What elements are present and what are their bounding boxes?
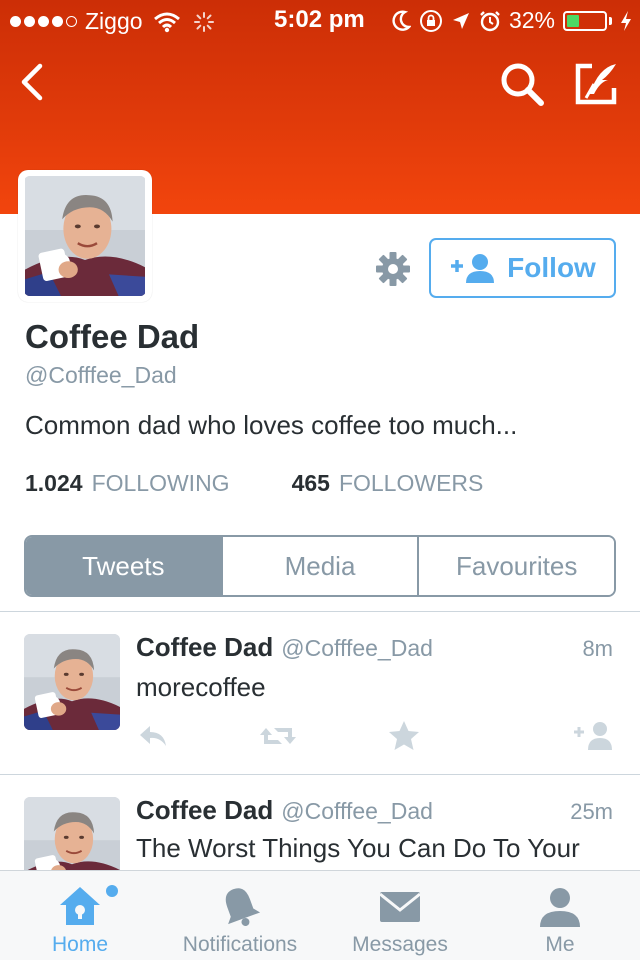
profile-handle: @Cofffee_Dad xyxy=(25,362,177,388)
tab-favourites[interactable]: Favourites xyxy=(417,537,614,595)
envelope-icon xyxy=(379,892,421,922)
tabbar-label: Home xyxy=(51,933,109,956)
compose-tweet-icon[interactable] xyxy=(572,60,620,108)
carrier-group: Ziggo xyxy=(10,8,215,35)
follow-button[interactable]: Follow xyxy=(429,238,616,298)
profile-stats: 1.024 FOLLOWING 465 FOLLOWERS xyxy=(25,470,483,497)
following-stat[interactable]: 1.024 FOLLOWING xyxy=(25,470,230,497)
tabbar-notifications[interactable]: Notifications xyxy=(160,871,320,960)
avatar-photo xyxy=(24,176,146,296)
favorite-star-icon[interactable] xyxy=(386,718,422,754)
profile-avatar[interactable] xyxy=(18,170,152,302)
bell-icon xyxy=(225,888,261,927)
battery-percent: 32% xyxy=(508,7,555,33)
gear-icon[interactable] xyxy=(372,248,414,290)
status-bar: Ziggo 5:02 pm 32% xyxy=(0,0,640,40)
signal-strength-icon xyxy=(10,16,77,27)
location-arrow-icon xyxy=(452,12,469,29)
tabbar-messages[interactable]: Messages xyxy=(320,871,480,960)
home-icon xyxy=(60,887,100,925)
battery-icon xyxy=(563,10,607,31)
status-right-group: 32% xyxy=(391,7,632,34)
tweet-author-handle: @Cofffee_Dad xyxy=(281,635,433,661)
followers-stat[interactable]: 465 FOLLOWERS xyxy=(292,470,484,497)
following-count: 1.024 xyxy=(25,470,83,496)
tweet-author-handle: @Cofffee_Dad xyxy=(281,798,433,824)
tweet-author-name: Coffee Dad xyxy=(136,795,274,825)
tweet-text: The Worst Things You Can Do To Your xyxy=(136,833,580,863)
status-time: 5:02 pm xyxy=(274,6,365,33)
search-icon[interactable] xyxy=(498,60,546,108)
rotation-lock-icon xyxy=(419,9,442,32)
tweet-timestamp: 25m xyxy=(570,799,613,824)
tweet-timestamp: 8m xyxy=(582,636,613,661)
follow-user-icon[interactable] xyxy=(572,718,616,754)
followers-label: FOLLOWERS xyxy=(338,470,484,496)
retweet-icon[interactable] xyxy=(258,718,298,754)
tabbar-label: Messages xyxy=(352,933,448,956)
following-label: FOLLOWING xyxy=(91,470,230,496)
tweet-item[interactable]: Coffee Dad @Cofffee_Dad 25m The Worst Thi… xyxy=(0,775,640,870)
tab-tweets[interactable]: Tweets xyxy=(26,537,221,595)
unread-indicator xyxy=(106,885,118,897)
follow-label: Follow xyxy=(507,252,596,283)
tabbar-me[interactable]: Me xyxy=(480,871,640,960)
tweet-item[interactable]: Coffee Dad @Cofffee_Dad 8m morecoffee xyxy=(0,612,640,774)
tweet-actions xyxy=(136,718,616,754)
charging-bolt-icon xyxy=(621,10,631,31)
activity-spinner-icon xyxy=(193,11,214,32)
carrier-name: Ziggo xyxy=(85,8,143,34)
profile-bio: Common dad who loves coffee too much... xyxy=(25,410,518,440)
person-icon xyxy=(540,888,580,927)
profile-name: Coffee Dad xyxy=(25,318,200,355)
tweet-author[interactable]: Coffee Dad @Cofffee_Dad xyxy=(136,795,433,826)
add-user-icon xyxy=(451,254,495,283)
alarm-icon xyxy=(480,10,500,31)
tweet-author[interactable]: Coffee Dad @Cofffee_Dad xyxy=(136,632,433,663)
tweet-author-name: Coffee Dad xyxy=(136,632,274,662)
tweet-text: morecoffee xyxy=(136,672,266,702)
tabbar-label: Me xyxy=(545,933,575,956)
back-icon[interactable] xyxy=(16,62,50,102)
tab-media[interactable]: Media xyxy=(220,537,418,595)
tweet-avatar[interactable] xyxy=(24,634,120,730)
tabbar-home[interactable]: Home xyxy=(0,871,160,960)
bottom-tab-bar: Home Notifications Messages Me xyxy=(0,870,640,960)
tweet-avatar[interactable] xyxy=(24,797,120,870)
reply-icon[interactable] xyxy=(136,718,172,754)
wifi-icon xyxy=(153,12,180,32)
followers-count: 465 xyxy=(291,470,330,496)
profile-tabs: Tweets Media Favourites xyxy=(24,535,616,597)
tabbar-label: Notifications xyxy=(182,933,298,956)
moon-icon xyxy=(392,9,411,31)
